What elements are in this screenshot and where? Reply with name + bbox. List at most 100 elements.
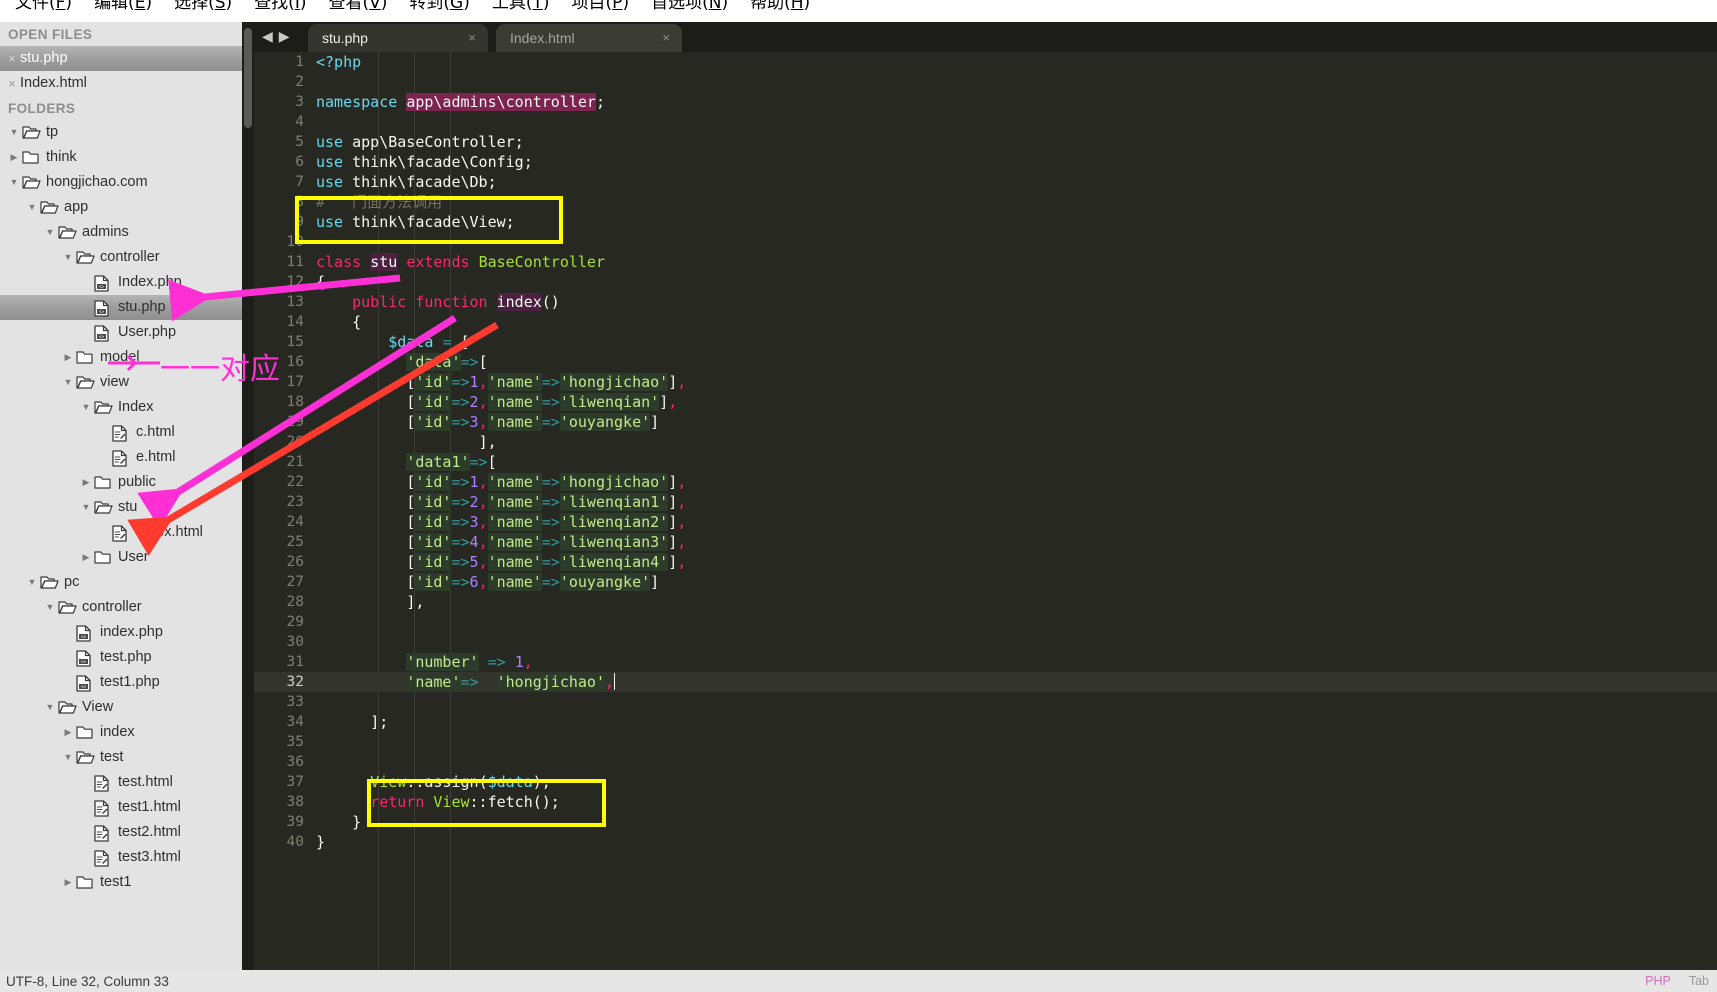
tree-item-test1-html[interactable]: ▶test1.html: [0, 795, 242, 820]
tree-item-test2-html[interactable]: ▶test2.html: [0, 820, 242, 845]
code-line-14[interactable]: 14 {: [254, 312, 1717, 332]
chevron-right-icon[interactable]: ▶: [60, 870, 76, 895]
chevron-right-icon[interactable]: ▶: [78, 545, 94, 570]
tree-item-app[interactable]: ▼ app: [0, 195, 242, 220]
chevron-down-icon[interactable]: ▼: [78, 495, 94, 520]
line-content[interactable]: <?php: [304, 52, 361, 72]
chevron-right-icon[interactable]: ▶: [279, 28, 296, 44]
tree-item-test1-php[interactable]: ▶<>test1.php: [0, 670, 242, 695]
code-line-3[interactable]: 3 namespace app\admins\controller;: [254, 92, 1717, 112]
line-content[interactable]: {: [304, 312, 361, 332]
scrollbar-thumb[interactable]: [244, 28, 252, 128]
close-icon[interactable]: ×: [4, 46, 20, 71]
code-line-39[interactable]: 39 }: [254, 812, 1717, 832]
status-syntax[interactable]: PHP: [1645, 974, 1671, 988]
folder-tree[interactable]: ▼ tp ▶ think ▼ hongjichao.com ▼ app ▼ admins ▼ cont…: [0, 120, 242, 895]
code-line-27[interactable]: 27 ['id'=>6,'name'=>'ouyangke']: [254, 572, 1717, 592]
chevron-right-icon[interactable]: ▶: [60, 345, 76, 370]
close-icon[interactable]: ×: [4, 71, 20, 96]
line-content[interactable]: ],: [304, 432, 497, 452]
line-content[interactable]: use app\BaseController;: [304, 132, 524, 152]
code-line-34[interactable]: 34 ];: [254, 712, 1717, 732]
code-line-1[interactable]: 1 <?php: [254, 52, 1717, 72]
line-content[interactable]: 'name'=> 'hongjichao',: [304, 672, 616, 692]
line-content[interactable]: 'number' => 1,: [304, 652, 533, 672]
chevron-down-icon[interactable]: ▼: [42, 695, 58, 720]
code-line-38[interactable]: 38 return View::fetch();: [254, 792, 1717, 812]
line-content[interactable]: View::assign($data);: [304, 772, 551, 792]
line-content[interactable]: [304, 632, 325, 652]
code-line-13[interactable]: 13 public function index(): [254, 292, 1717, 312]
code-line-25[interactable]: 25 ['id'=>4,'name'=>'liwenqian3'],: [254, 532, 1717, 552]
tree-item-test3-html[interactable]: ▶test3.html: [0, 845, 242, 870]
chevron-down-icon[interactable]: ▼: [60, 245, 76, 270]
code-line-10[interactable]: 10: [254, 232, 1717, 252]
tree-item-stu-php[interactable]: ▶<>stu.php: [0, 295, 242, 320]
sidebar[interactable]: OPEN FILES × stu.php × Index.html FOLDERS ▼…: [0, 22, 242, 970]
line-content[interactable]: ['id'=>1,'name'=>'hongjichao'],: [304, 372, 686, 392]
code-line-6[interactable]: 6 use think\facade\Config;: [254, 152, 1717, 172]
tree-item-hongjichao-com[interactable]: ▼ hongjichao.com: [0, 170, 242, 195]
tree-item-test1[interactable]: ▶ test1: [0, 870, 242, 895]
code-area[interactable]: 1 <?php 2 3 namespace app\admins\controller…: [254, 52, 1717, 970]
line-content[interactable]: # 门面方法调用: [304, 192, 442, 212]
tree-item-pc[interactable]: ▼ pc: [0, 570, 242, 595]
code-line-23[interactable]: 23 ['id'=>2,'name'=>'liwenqian1'],: [254, 492, 1717, 512]
tree-item-user[interactable]: ▶ User: [0, 545, 242, 570]
open-file-stu-php[interactable]: × stu.php: [0, 46, 242, 71]
chevron-down-icon[interactable]: ▼: [42, 220, 58, 245]
code-line-29[interactable]: 29: [254, 612, 1717, 632]
code-line-31[interactable]: 31 'number' => 1,: [254, 652, 1717, 672]
line-content[interactable]: ['id'=>1,'name'=>'hongjichao'],: [304, 472, 686, 492]
menu-item-7[interactable]: 项目(P): [561, 0, 641, 12]
line-content[interactable]: ['id'=>2,'name'=>'liwenqian'],: [304, 392, 677, 412]
code-line-36[interactable]: 36: [254, 752, 1717, 772]
tree-item-index-php[interactable]: ▶<>index.php: [0, 620, 242, 645]
chevron-down-icon[interactable]: ▼: [60, 370, 76, 395]
code-line-11[interactable]: 11 class stu extends BaseController: [254, 252, 1717, 272]
line-content[interactable]: 'data'=>[: [304, 352, 488, 372]
line-content[interactable]: use think\facade\Db;: [304, 172, 497, 192]
line-content[interactable]: [304, 752, 325, 772]
status-tabsize[interactable]: Tab: [1689, 974, 1709, 988]
chevron-left-icon[interactable]: ◀: [262, 28, 279, 44]
line-content[interactable]: ['id'=>3,'name'=>'ouyangke']: [304, 412, 659, 432]
close-icon[interactable]: ×: [468, 30, 476, 45]
line-content[interactable]: }: [304, 812, 361, 832]
code-lines[interactable]: 1 <?php 2 3 namespace app\admins\controller…: [254, 52, 1717, 852]
code-line-12[interactable]: 12{: [254, 272, 1717, 292]
line-content[interactable]: use think\facade\View;: [304, 212, 515, 232]
code-line-20[interactable]: 20 ],: [254, 432, 1717, 452]
line-content[interactable]: }: [304, 832, 325, 852]
tree-item-index[interactable]: ▶ index: [0, 720, 242, 745]
code-line-15[interactable]: 15 $data = [: [254, 332, 1717, 352]
line-content[interactable]: [304, 732, 325, 752]
line-content[interactable]: [304, 612, 325, 632]
tree-item-index[interactable]: ▼ Index: [0, 395, 242, 420]
code-line-26[interactable]: 26 ['id'=>5,'name'=>'liwenqian4'],: [254, 552, 1717, 572]
line-content[interactable]: [304, 112, 325, 132]
line-content[interactable]: public function index(): [304, 292, 560, 312]
code-line-2[interactable]: 2: [254, 72, 1717, 92]
menu-item-8[interactable]: 首选项(N): [640, 0, 739, 12]
chevron-right-icon[interactable]: ▶: [78, 470, 94, 495]
line-content[interactable]: ['id'=>2,'name'=>'liwenqian1'],: [304, 492, 686, 512]
chevron-down-icon[interactable]: ▼: [78, 395, 94, 420]
code-line-5[interactable]: 5 use app\BaseController;: [254, 132, 1717, 152]
tab-stu-php[interactable]: stu.php ×: [308, 24, 488, 52]
line-content[interactable]: class stu extends BaseController: [304, 252, 605, 272]
code-line-21[interactable]: 21 'data1'=>[: [254, 452, 1717, 472]
menu-item-9[interactable]: 帮助(H): [739, 0, 821, 12]
close-icon[interactable]: ×: [662, 30, 670, 45]
code-line-18[interactable]: 18 ['id'=>2,'name'=>'liwenqian'],: [254, 392, 1717, 412]
code-line-33[interactable]: 33: [254, 692, 1717, 712]
line-content[interactable]: [304, 232, 325, 252]
line-content[interactable]: $data = [: [304, 332, 469, 352]
chevron-down-icon[interactable]: ▼: [24, 195, 40, 220]
code-line-37[interactable]: 37 View::assign($data);: [254, 772, 1717, 792]
tree-item-user-php[interactable]: ▶<>User.php: [0, 320, 242, 345]
line-content[interactable]: ['id'=>4,'name'=>'liwenqian3'],: [304, 532, 686, 552]
chevron-right-icon[interactable]: ▶: [60, 720, 76, 745]
tree-item-admins[interactable]: ▼ admins: [0, 220, 242, 245]
code-line-24[interactable]: 24 ['id'=>3,'name'=>'liwenqian2'],: [254, 512, 1717, 532]
